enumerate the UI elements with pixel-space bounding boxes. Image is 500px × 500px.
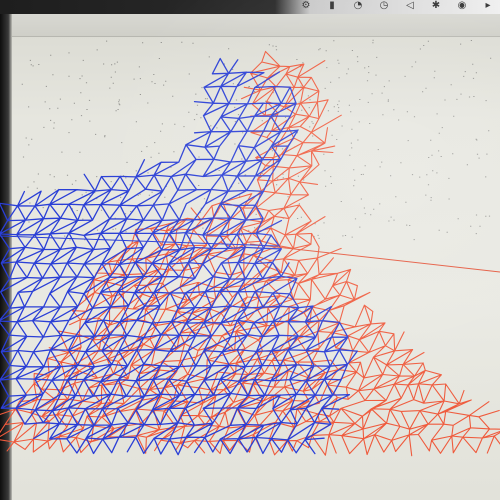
monitor-photo: ⚙ ▮ ◔ ◷ ◁ ✱ ◉ ▸ [0, 0, 500, 500]
blue-point-cloud-mesh [0, 57, 358, 456]
dot-field [21, 39, 492, 241]
red-axis-line [249, 243, 500, 273]
background-dots [21, 39, 492, 241]
mesh-canvas [0, 39, 500, 457]
blue-mesh-edges [0, 57, 358, 456]
blue-axis-line [0, 235, 279, 247]
